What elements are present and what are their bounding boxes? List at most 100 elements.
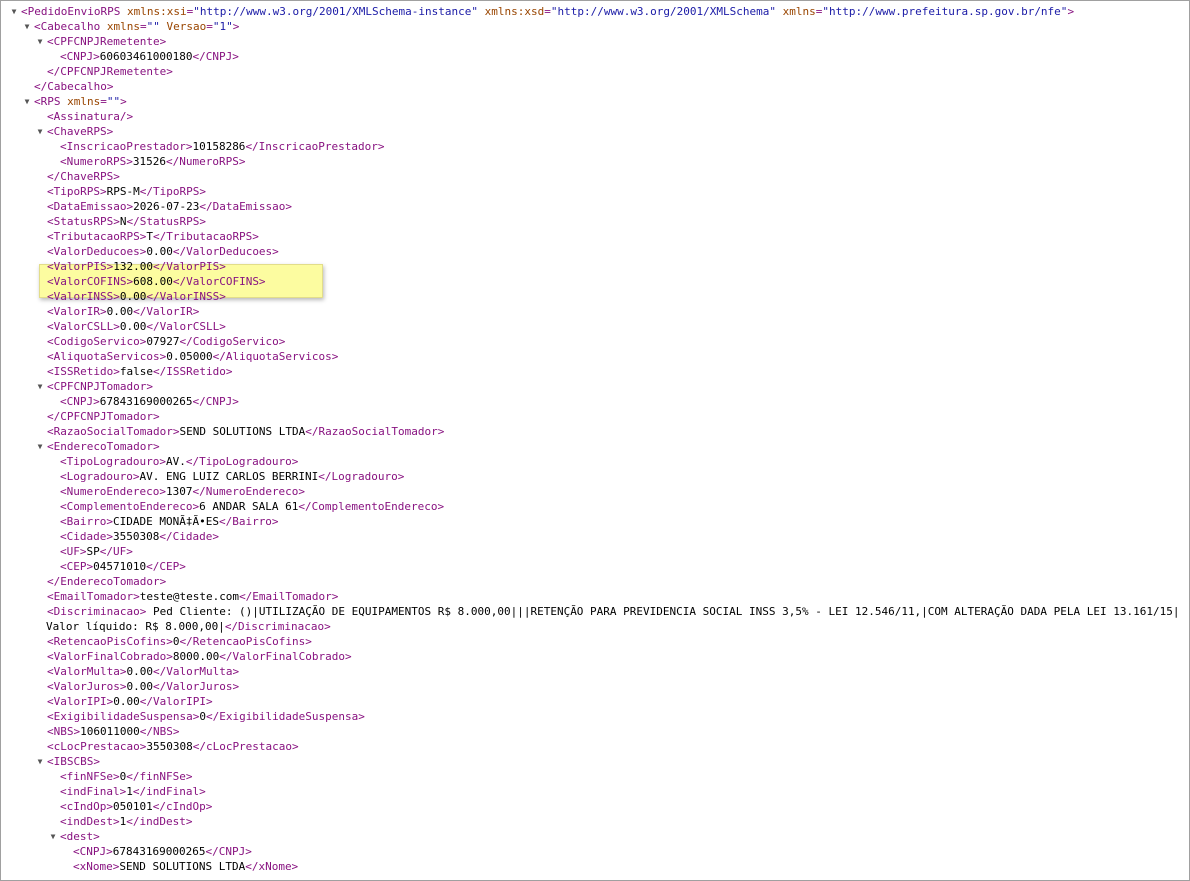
expand-toggle-icon[interactable]: ▼ <box>48 829 58 844</box>
xml-line: <NumeroRPS>31526</NumeroRPS> <box>1 154 1189 169</box>
xml-open-tag: <ISSRetido> <box>47 365 120 378</box>
xml-text-value: 1307 <box>165 485 193 498</box>
xml-open-tag: <ValorIPI> <box>47 695 114 708</box>
xml-open-tag: <NumeroEndereco> <box>60 485 166 498</box>
xml-line[interactable]: ▼ <Cabecalho xmlns="" Versao="1"> <box>1 19 1189 34</box>
xml-tag-end: > <box>159 35 167 48</box>
xml-text-value: 0.00 <box>113 695 140 708</box>
xml-text-value: AV. <box>165 455 186 468</box>
xml-open-tag: <ValorJuros> <box>47 680 127 693</box>
xml-open-tag: <IBSCBS <box>47 755 94 768</box>
xml-line[interactable]: ▼ <RPS xmlns=""> <box>1 94 1189 109</box>
xml-close-tag: </Cabecalho> <box>34 80 114 93</box>
xml-open-tag: <StatusRPS> <box>47 215 120 228</box>
xml-text-value: 132.00 <box>113 260 153 273</box>
xml-text-value: Ped Cliente: ()|UTILIZAÇÃO DE EQUIPAMENT… <box>146 605 1180 618</box>
xml-line: <NumeroEndereco>1307</NumeroEndereco> <box>1 484 1189 499</box>
xml-close-tag: </AliquotaServicos> <box>212 350 339 363</box>
xml-close-tag: </cIndOp> <box>152 800 213 813</box>
expand-toggle-icon[interactable]: ▼ <box>22 19 32 34</box>
xml-open-tag: <xNome> <box>73 860 120 873</box>
xml-close-tag: </ValorINSS> <box>146 290 226 303</box>
xml-close-tag: </indDest> <box>126 815 193 828</box>
xml-attribute-value: "" <box>106 95 121 108</box>
xml-text-value: 0.00 <box>126 680 153 693</box>
xml-line[interactable]: ▼ <CPFCNPJTomador> <box>1 379 1189 394</box>
xml-text-value: T <box>146 230 153 243</box>
xml-attribute-name: xmlns <box>776 5 816 18</box>
xml-text-value: 0.00 <box>126 665 153 678</box>
xml-line: <ValorMulta>0.00</ValorMulta> <box>1 664 1189 679</box>
xml-text-value: false <box>119 365 153 378</box>
xml-open-tag: <ValorFinalCobrado> <box>47 650 173 663</box>
xml-text-value: 0.05000 <box>166 350 213 363</box>
xml-close-tag: </Bairro> <box>218 515 279 528</box>
xml-open-tag: <CNPJ> <box>60 50 100 63</box>
xml-text-value: 6 ANDAR SALA 61 <box>199 500 299 513</box>
xml-line: </Cabecalho> <box>1 79 1189 94</box>
xml-open-tag: <EmailTomador> <box>47 590 140 603</box>
xml-attribute-value: "" <box>146 20 160 33</box>
expand-toggle-icon[interactable]: ▼ <box>22 94 32 109</box>
xml-close-tag: </cLocPrestacao> <box>192 740 299 753</box>
xml-line: </CPFCNPJRemetente> <box>1 64 1189 79</box>
xml-open-tag: <CNPJ> <box>73 845 113 858</box>
xml-close-tag: </ValorMulta> <box>152 665 240 678</box>
expand-toggle-icon[interactable]: ▼ <box>9 4 19 19</box>
xml-open-tag: <ValorCSLL> <box>47 320 120 333</box>
xml-line: <ValorCSLL>0.00</ValorCSLL> <box>1 319 1189 334</box>
xml-close-tag: </TipoLogradouro> <box>185 455 299 468</box>
expand-toggle-icon[interactable]: ▼ <box>35 34 45 49</box>
expand-toggle-icon[interactable]: ▼ <box>35 379 45 394</box>
xml-equals: = <box>206 20 213 33</box>
xml-tag-end: > <box>93 755 100 768</box>
xml-equals: = <box>100 95 107 108</box>
xml-line: <TributacaoRPS>T</TributacaoRPS> <box>1 229 1189 244</box>
xml-line: <TipoLogradouro>AV.</TipoLogradouro> <box>1 454 1189 469</box>
xml-line[interactable]: ▼ <IBSCBS> <box>1 754 1189 769</box>
xml-attribute-value: "http://www.w3.org/2001/XMLSchema-instan… <box>193 5 478 18</box>
expand-toggle-icon[interactable]: ▼ <box>35 439 45 454</box>
xml-text-value: 0 <box>199 710 206 723</box>
xml-open-tag: <CodigoServico> <box>47 335 147 348</box>
xml-open-tag: <RPS <box>34 95 61 108</box>
xml-equals: = <box>544 5 551 18</box>
xml-line: <cIndOp>050101</cIndOp> <box>1 799 1189 814</box>
xml-line: </EnderecoTomador> <box>1 574 1189 589</box>
expand-toggle-icon[interactable]: ▼ <box>35 124 45 139</box>
xml-open-tag: <CPFCNPJTomador <box>47 380 147 393</box>
xml-open-tag: <CNPJ> <box>60 395 100 408</box>
xml-attribute-value: "1" <box>212 20 233 33</box>
xml-tag-end: > <box>106 125 114 138</box>
xml-line: <ValorINSS>0.00</ValorINSS> <box>1 289 1189 304</box>
xml-line[interactable]: ▼ <dest> <box>1 829 1189 844</box>
xml-open-tag: <AliquotaServicos> <box>47 350 167 363</box>
xml-line: <ComplementoEndereco>6 ANDAR SALA 61</Co… <box>1 499 1189 514</box>
xml-close-tag: </InscricaoPrestador> <box>245 140 385 153</box>
xml-open-tag: <indFinal> <box>60 785 127 798</box>
xml-line[interactable]: ▼ <PedidoEnvioRPS xmlns:xsi="http://www.w… <box>1 4 1189 19</box>
xml-line: <UF>SP</UF> <box>1 544 1189 559</box>
xml-text-value: 0.00 <box>119 290 147 303</box>
xml-close-tag: </ValorDeducoes> <box>172 245 279 258</box>
xml-text-value: teste@teste.com <box>139 590 240 603</box>
xml-text-value: 07927 <box>146 335 180 348</box>
xml-text-value: 60603461000180 <box>99 50 193 63</box>
xml-tag-end: > <box>1067 5 1075 18</box>
xml-close-tag: </UF> <box>99 545 133 558</box>
xml-empty-tag: <Assinatura/> <box>47 110 134 123</box>
xml-line[interactable]: ▼ <ChaveRPS> <box>1 124 1189 139</box>
xml-line: <EmailTomador>teste@teste.com</EmailToma… <box>1 589 1189 604</box>
xml-close-tag: </ValorPIS> <box>152 260 226 273</box>
xml-attribute-name: xmlns:xsd <box>477 5 545 18</box>
expand-toggle-icon[interactable]: ▼ <box>35 754 45 769</box>
xml-close-tag: </ValorFinalCobrado> <box>219 650 352 663</box>
xml-open-tag: <TipoLogradouro> <box>60 455 166 468</box>
xml-line[interactable]: ▼ <CPFCNPJRemetente> <box>1 34 1189 49</box>
xml-line: <cLocPrestacao>3550308</cLocPrestacao> <box>1 739 1189 754</box>
xml-open-tag: <Cidade> <box>60 530 113 543</box>
xml-open-tag: <UF> <box>60 545 87 558</box>
xml-tag-end: > <box>232 20 240 33</box>
xml-line[interactable]: ▼ <EnderecoTomador> <box>1 439 1189 454</box>
xml-close-tag: </TipoRPS> <box>139 185 206 198</box>
